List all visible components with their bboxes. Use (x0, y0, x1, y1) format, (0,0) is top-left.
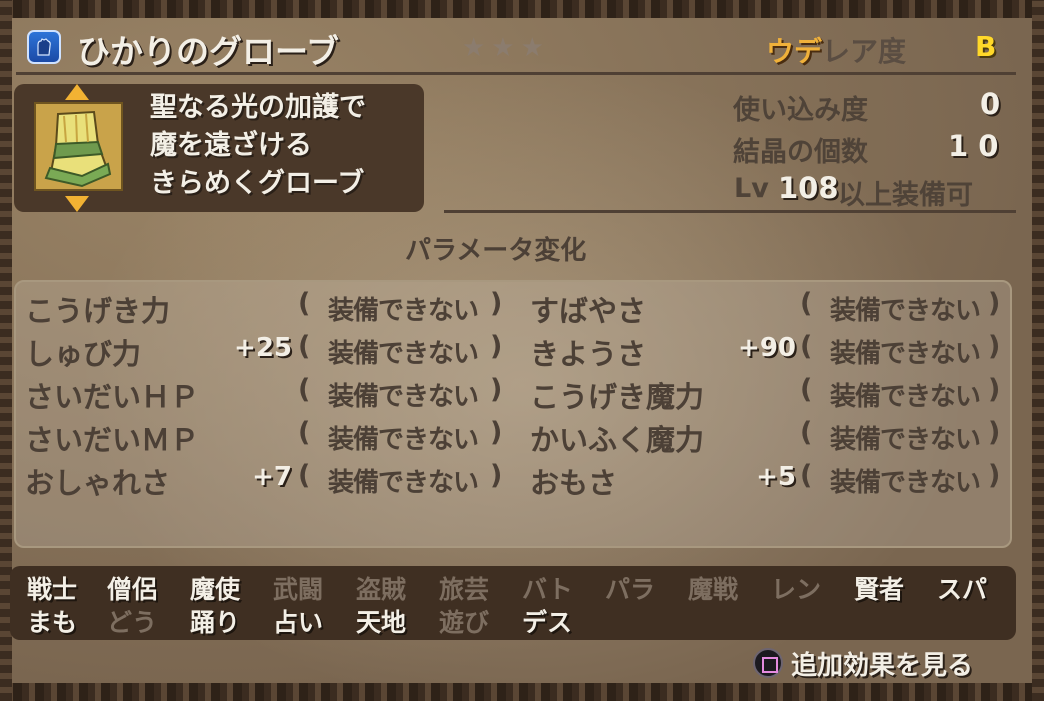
param-name: さいだいＨＰ (25, 380, 200, 414)
description-line-3: きらめくグローブ (150, 168, 365, 199)
param-name: おもさ (530, 466, 618, 500)
title-divider (16, 72, 1016, 75)
param-open-paren: ( (800, 331, 813, 362)
job-label: スパ (937, 575, 988, 604)
job-label: 戦士 (27, 575, 78, 604)
usage-value: 0 (980, 87, 1001, 121)
param-close-paren: ) (490, 417, 503, 448)
description-line-1: 聖なる光の加護で (150, 92, 366, 123)
param-name: かいふく魔力 (530, 423, 705, 457)
param-bonus: +7 (252, 462, 292, 492)
param-open-paren: ( (298, 374, 311, 405)
param-status: 装備できない (328, 382, 479, 412)
job-label: 遊び (439, 608, 490, 637)
job-label: 賢者 (854, 575, 905, 604)
crystal-label: 結晶の個数 (733, 137, 868, 168)
param-name: おしゃれさ (25, 466, 171, 500)
param-bonus: +5 (756, 462, 796, 492)
param-name: こうげき魔力 (530, 380, 705, 414)
job-label: 天地 (356, 608, 407, 637)
torn-edge-bottom (0, 683, 1044, 701)
glove-icon (27, 30, 61, 64)
param-close-paren: ) (988, 374, 1001, 405)
job-label: 占い (273, 608, 324, 637)
param-bonus: +25 (234, 333, 292, 363)
job-label: レン (771, 575, 822, 604)
param-status: 装備できない (830, 425, 981, 455)
item-thumbnail (34, 102, 123, 191)
param-name: しゅび力 (25, 337, 142, 371)
rarity-label: ウデレア度 (766, 30, 906, 70)
more-effects-button[interactable]: 追加効果を見る (791, 645, 973, 682)
level-suffix: 以上装備可 (838, 180, 973, 211)
job-label: 踊り (190, 608, 241, 637)
torn-edge-right (1032, 0, 1044, 701)
param-open-paren: ( (298, 417, 311, 448)
param-close-paren: ) (490, 374, 503, 405)
description-line-2: 魔を遠ざける (150, 130, 312, 161)
param-status: 装備できない (830, 382, 981, 412)
param-status: 装備できない (328, 425, 479, 455)
rating-stars: ★★★ (462, 33, 550, 63)
rarity-grade: B (975, 30, 997, 63)
param-status: 装備できない (328, 339, 479, 369)
param-status: 装備できない (830, 296, 981, 326)
param-open-paren: ( (800, 460, 813, 491)
param-status: 装備できない (328, 468, 479, 498)
job-label: 魔戦 (688, 575, 739, 604)
equip-slot-label: ウデ (766, 35, 823, 68)
square-button-icon[interactable] (753, 648, 783, 678)
job-label: まも (27, 608, 78, 637)
job-label: 僧侶 (107, 575, 158, 604)
param-name: すばやさ (530, 294, 647, 328)
parameter-section-title: パラメータ変化 (405, 236, 587, 266)
param-open-paren: ( (298, 460, 311, 491)
rarity-text: レア度 (822, 35, 907, 68)
param-status: 装備できない (830, 339, 981, 369)
param-close-paren: ) (988, 331, 1001, 362)
job-label: 旅芸 (439, 575, 490, 604)
param-bonus: +90 (738, 333, 796, 363)
level-value: 108 (778, 171, 839, 205)
param-open-paren: ( (298, 288, 311, 319)
param-close-paren: ) (988, 417, 1001, 448)
param-close-paren: ) (490, 331, 503, 362)
job-label: 武闘 (273, 575, 324, 604)
job-label: 盗賊 (356, 575, 407, 604)
job-label: パラ (605, 575, 656, 604)
usage-label: 使い込み度 (733, 95, 868, 126)
job-label: 魔使 (190, 575, 241, 604)
stats-divider (444, 210, 1016, 213)
param-open-paren: ( (800, 288, 813, 319)
param-open-paren: ( (800, 417, 813, 448)
job-label: どう (107, 608, 158, 637)
param-status: 装備できない (328, 296, 479, 326)
item-name: ひかりのグローブ (77, 32, 340, 71)
crystal-value: 1 0 (948, 129, 999, 163)
arrow-up-icon[interactable] (65, 84, 89, 100)
param-close-paren: ) (988, 288, 1001, 319)
arrow-down-icon[interactable] (65, 196, 89, 212)
param-name: さいだいＭＰ (25, 423, 200, 457)
param-status: 装備できない (830, 468, 981, 498)
param-open-paren: ( (800, 374, 813, 405)
job-label: バト (522, 575, 573, 604)
torn-edge-top (0, 0, 1044, 18)
param-name: きようさ (530, 337, 647, 371)
job-label: デス (522, 608, 573, 637)
param-close-paren: ) (490, 288, 503, 319)
param-open-paren: ( (298, 331, 311, 362)
param-close-paren: ) (490, 460, 503, 491)
param-close-paren: ) (988, 460, 1001, 491)
param-name: こうげき力 (25, 294, 171, 328)
level-prefix: Lv (734, 173, 769, 204)
